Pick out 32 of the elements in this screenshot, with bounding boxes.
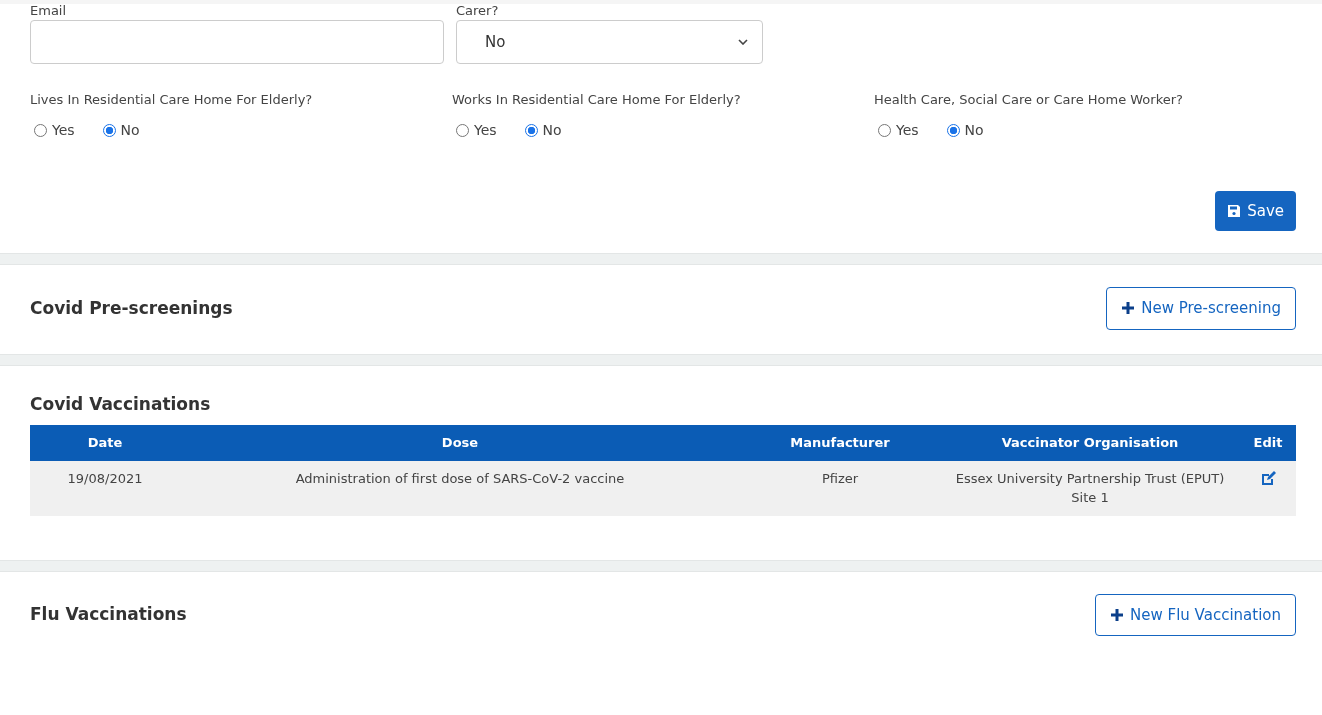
radio-option[interactable]: Yes [34, 119, 75, 141]
field-label: Carer? [456, 4, 500, 14]
chevron-down-icon [738, 39, 748, 45]
column-header: Edit [1240, 425, 1296, 461]
question-label: Health Care, Social Care or Care Home Worker? [874, 91, 1184, 109]
radio-option[interactable]: Yes [878, 119, 919, 141]
save-button[interactable]: Save [1215, 190, 1296, 231]
email-field[interactable] [30, 20, 444, 64]
column-header: Vaccinator Organisation [940, 425, 1240, 461]
new-item-button[interactable]: New Pre-screening [1106, 287, 1296, 330]
section-title: Flu Vaccinations [30, 603, 187, 626]
column-header: Date [30, 425, 180, 461]
plus-icon [1110, 607, 1125, 622]
radio-option[interactable]: No [946, 119, 984, 141]
radio-option[interactable]: Yes [456, 119, 497, 141]
section-title: Covid Pre-screenings [30, 296, 233, 320]
plus-icon [1121, 301, 1136, 316]
radio-option[interactable]: No [102, 119, 140, 141]
carer-select[interactable]: No [456, 20, 763, 64]
table-cell: Essex University Partnership Trust (EPUT) Site 1 [940, 460, 1240, 516]
question-label: Works In Residential Care Home For Elderly? [452, 91, 742, 109]
edit-icon[interactable] [1260, 471, 1276, 487]
table-cell: Pfizer [740, 460, 940, 516]
column-header: Manufacturer [740, 425, 940, 461]
new-item-button[interactable]: New Flu Vaccination [1095, 593, 1296, 636]
radio-option[interactable]: No [524, 119, 562, 141]
table-cell: 19/08/2021 [30, 460, 180, 516]
section-title: Covid Vaccinations [30, 392, 212, 416]
column-header: Dose [180, 425, 740, 461]
question-label: Lives In Residential Care Home For Elderly? [30, 91, 314, 109]
field-label: Email [30, 4, 68, 14]
table-cell: Administration of first dose of SARS-CoV-2 vaccine [180, 460, 740, 516]
